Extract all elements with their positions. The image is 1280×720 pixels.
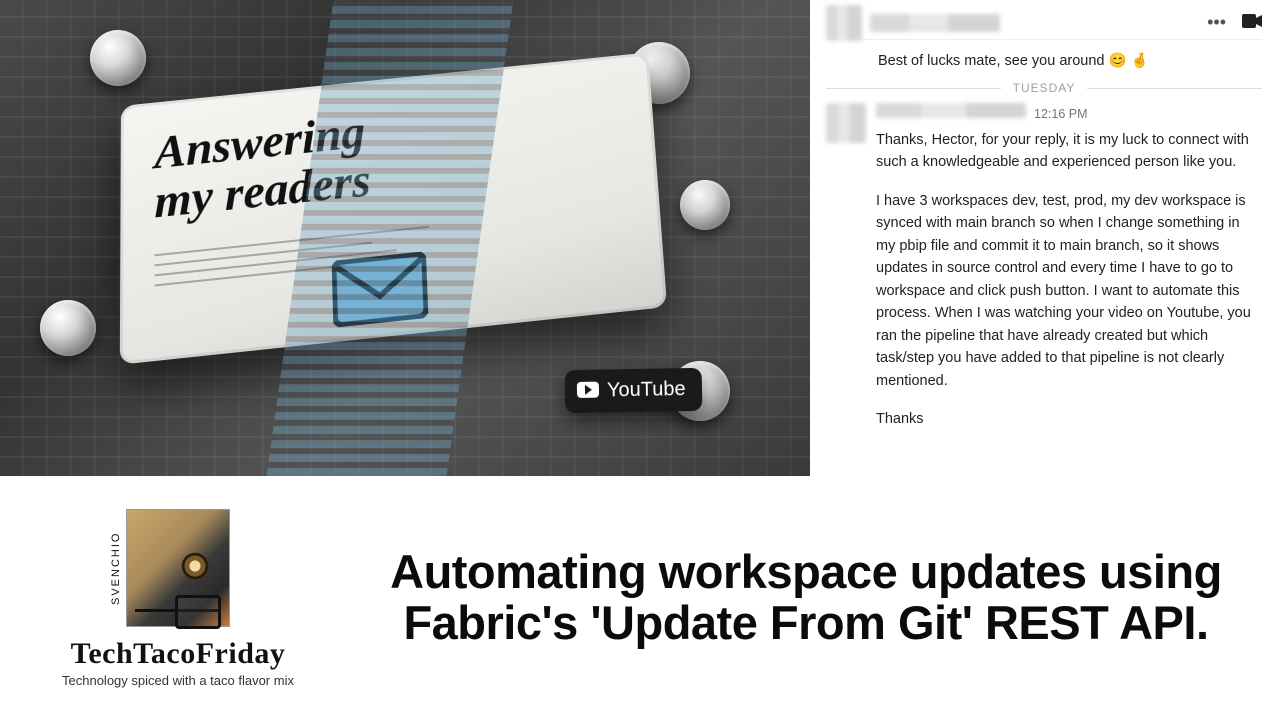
name-blurred xyxy=(876,103,1026,118)
avatar-blurred xyxy=(826,5,862,41)
day-label: TUESDAY xyxy=(1013,81,1076,95)
msg-paragraph: Thanks xyxy=(876,408,1262,430)
msg-paragraph: I have 3 workspaces dev, test, prod, my … xyxy=(876,190,1262,392)
msg-paragraph: Thanks, Hector, for your reply, it is my… xyxy=(876,129,1262,174)
answer-panel: Answering my readers xyxy=(120,52,667,364)
chat-message-2: 12:16 PM Thanks, Hector, for your reply,… xyxy=(826,103,1262,447)
chat-topbar: ••• xyxy=(826,0,1262,40)
hero-illustration: Answering my readers YouTube xyxy=(0,0,810,476)
more-icon[interactable]: ••• xyxy=(1207,12,1226,33)
envelope-icon xyxy=(332,251,429,328)
brand-logo: SVENCHIO xyxy=(126,509,230,627)
knob-decor xyxy=(90,30,146,86)
avatar-blurred xyxy=(826,103,866,143)
knob-decor xyxy=(40,300,96,356)
day-separator: TUESDAY xyxy=(826,81,1262,95)
footer-section: SVENCHIO TechTacoFriday Technology spice… xyxy=(0,476,1280,720)
video-icon[interactable] xyxy=(1242,12,1262,33)
glasses-icon xyxy=(135,609,221,612)
brand-block: SVENCHIO TechTacoFriday Technology spice… xyxy=(28,509,328,688)
brand-side-label: SVENCHIO xyxy=(109,510,123,626)
message-timestamp: 12:16 PM xyxy=(1034,107,1088,121)
article-headline: Automating workspace updates using Fabri… xyxy=(356,547,1256,649)
eye-icon xyxy=(173,550,217,582)
name-blurred xyxy=(870,14,1000,32)
brand-tagline: Technology spiced with a taco flavor mix xyxy=(28,673,328,688)
message-body: Thanks, Hector, for your reply, it is my… xyxy=(876,129,1262,431)
chat-panel: ••• Best of lucks mate, see you around 😊… xyxy=(810,0,1280,476)
youtube-badge: YouTube xyxy=(565,368,702,413)
chat-message-1: Best of lucks mate, see you around 😊 🤞 xyxy=(826,40,1262,79)
brand-name: TechTacoFriday xyxy=(28,637,328,671)
youtube-label: YouTube xyxy=(607,378,686,401)
knob-decor xyxy=(680,180,730,230)
